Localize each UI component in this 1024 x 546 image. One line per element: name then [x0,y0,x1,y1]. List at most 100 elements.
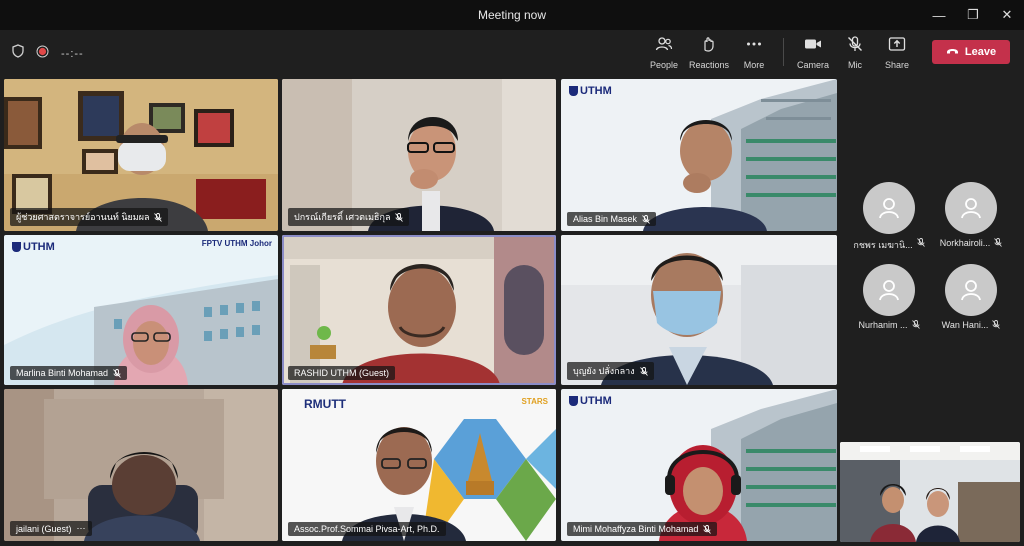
avatar [863,182,915,234]
camera-label: Camera [796,60,829,70]
self-video [840,442,1020,542]
avatar [945,182,997,234]
fptv-logo: FPTV UTHM Johor [201,239,272,248]
participant-name-tag: Alias Bin Masek [567,212,657,226]
reactions-label: Reactions [688,60,730,70]
avatar [863,264,915,316]
participant-name-tag: Marlina Binti Mohamad [10,366,128,380]
more-icon [745,36,763,57]
audio-participant[interactable]: Nurhanim ... [848,264,930,330]
audio-participant-name-row: Norkhairoli... [930,238,1012,249]
share-button[interactable]: Share [876,36,918,70]
reactions-button[interactable]: Reactions [685,36,733,70]
participant-name: Wan Hani... [941,320,989,330]
window-controls: — ❐ ✕ [922,0,1024,30]
share-label: Share [884,60,910,70]
mic-muted-icon [911,320,920,331]
restore-button[interactable]: ❐ [956,0,990,30]
shield-icon[interactable] [12,44,24,63]
video-tile-3[interactable]: UTHM Alias Bin Masek [561,79,837,231]
leave-button[interactable]: Leave [932,40,1010,64]
participant-video [282,389,556,541]
participant-name: กชพร เมฆานิ... [853,240,913,250]
participant-name: Nurhanim ... [858,320,908,330]
meeting-timer: --:-- [61,47,84,60]
participant-video [561,389,837,541]
toolbar-divider [783,38,784,66]
audio-participant-name-row: Nurhanim ... [848,320,930,331]
camera-icon [804,36,822,57]
audio-participant[interactable]: กชพร เมฆานิ... [848,182,930,250]
uthm-logo: UTHM [12,241,55,253]
participant-name: Assoc.Prof.Sommai Pivsa-Art, Ph.D. [294,524,440,534]
mic-label: Mic [848,60,862,70]
participant-name: ผู้ช่วยศาสตราจารย์อานนท์ นิยมผล [16,212,150,222]
more-options-icon[interactable]: ⋯ [77,523,86,534]
more-button[interactable]: More [733,36,775,70]
video-tile-2[interactable]: ปกรณ์เกียรติ์ เศวตเมธิกุล [282,79,556,231]
video-tile-9[interactable]: UTHM Mimi Mohaffyza Binti Mohamad [561,389,837,541]
person-icon [879,198,899,219]
participant-name: Alias Bin Masek [573,214,638,224]
avatar [945,264,997,316]
camera-button[interactable]: Camera [792,36,834,70]
person-icon [961,198,981,219]
audio-participant[interactable]: Norkhairoli... [930,182,1012,248]
mic-muted-icon [639,366,648,376]
reactions-icon [700,36,718,57]
participant-name: jailani (Guest) [16,523,72,534]
participant-name-tag: ปกรณ์เกียรติ์ เศวตเมธิกุล [288,208,410,226]
leave-label: Leave [964,46,997,58]
participant-video [561,79,837,231]
mic-muted-icon [154,212,163,222]
participant-name: RASHID UTHM (Guest) [294,368,390,378]
person-icon [879,280,899,301]
more-label: More [743,60,765,70]
audio-participant[interactable]: Wan Hani... [930,264,1012,330]
record-icon [36,45,49,63]
mic-muted-icon [992,320,1001,331]
video-tile-4[interactable]: UTHM FPTV UTHM Johor Marlina Binti Moham… [4,235,278,385]
mic-muted-icon [642,214,650,224]
person-icon [961,280,981,301]
video-tile-7[interactable]: jailani (Guest) ⋯ [4,389,278,541]
uthm-logo: UTHM [569,395,612,407]
participant-name: บุญยัง ปลั่งกลาง [573,366,635,376]
mic-muted-icon [113,368,121,378]
people-icon [655,36,673,57]
mic-muted-icon [846,36,864,57]
minimize-button[interactable]: — [922,0,956,30]
meeting-toolbar: --:-- People Reactions More Camera Mic S… [0,30,1024,74]
mic-button[interactable]: Mic [834,36,876,70]
participant-name: ปกรณ์เกียรติ์ เศวตเมธิกุล [294,212,391,222]
video-tile-8[interactable]: RMUTT STARS Assoc.Prof.Sommai Pivsa-Art,… [282,389,556,541]
participant-name: Norkhairoli... [939,238,991,248]
uthm-logo: UTHM [569,85,612,97]
participant-name-tag: Mimi Mohaffyza Binti Mohamad [567,522,718,536]
share-icon [888,36,906,57]
mic-muted-icon [395,212,404,222]
participant-name-tag: ผู้ช่วยศาสตราจารย์อานนท์ นิยมผล [10,208,169,226]
video-tile-6[interactable]: บุญยัง ปลั่งกลาง [561,235,837,385]
participant-name-tag: บุญยัง ปลั่งกลาง [567,362,654,380]
self-view-preview[interactable] [840,442,1020,542]
close-button[interactable]: ✕ [990,0,1024,30]
participant-video [282,235,556,385]
video-tile-1[interactable]: ผู้ช่วยศาสตราจารย์อานนท์ นิยมผล [4,79,278,231]
people-button[interactable]: People [643,36,685,70]
audio-participant-name-row: Wan Hani... [930,320,1012,331]
mic-muted-icon [994,238,1003,249]
participant-video [4,235,278,385]
participant-name-tag: jailani (Guest) ⋯ [10,521,92,536]
participant-name-tag: Assoc.Prof.Sommai Pivsa-Art, Ph.D. [288,522,446,536]
participant-video [4,389,278,541]
toolbar-status: --:-- [12,44,84,63]
stars-logo: STARS [521,397,548,406]
hangup-icon [946,46,959,58]
title-bar: Meeting now — ❐ ✕ [0,0,1024,30]
video-tile-5-active-speaker[interactable]: RASHID UTHM (Guest) [282,235,556,385]
audio-participant-name-row: กชพร เมฆานิ... [848,238,930,252]
mic-muted-icon [916,238,925,252]
mic-muted-icon [703,524,712,534]
window-title: Meeting now [477,8,547,22]
